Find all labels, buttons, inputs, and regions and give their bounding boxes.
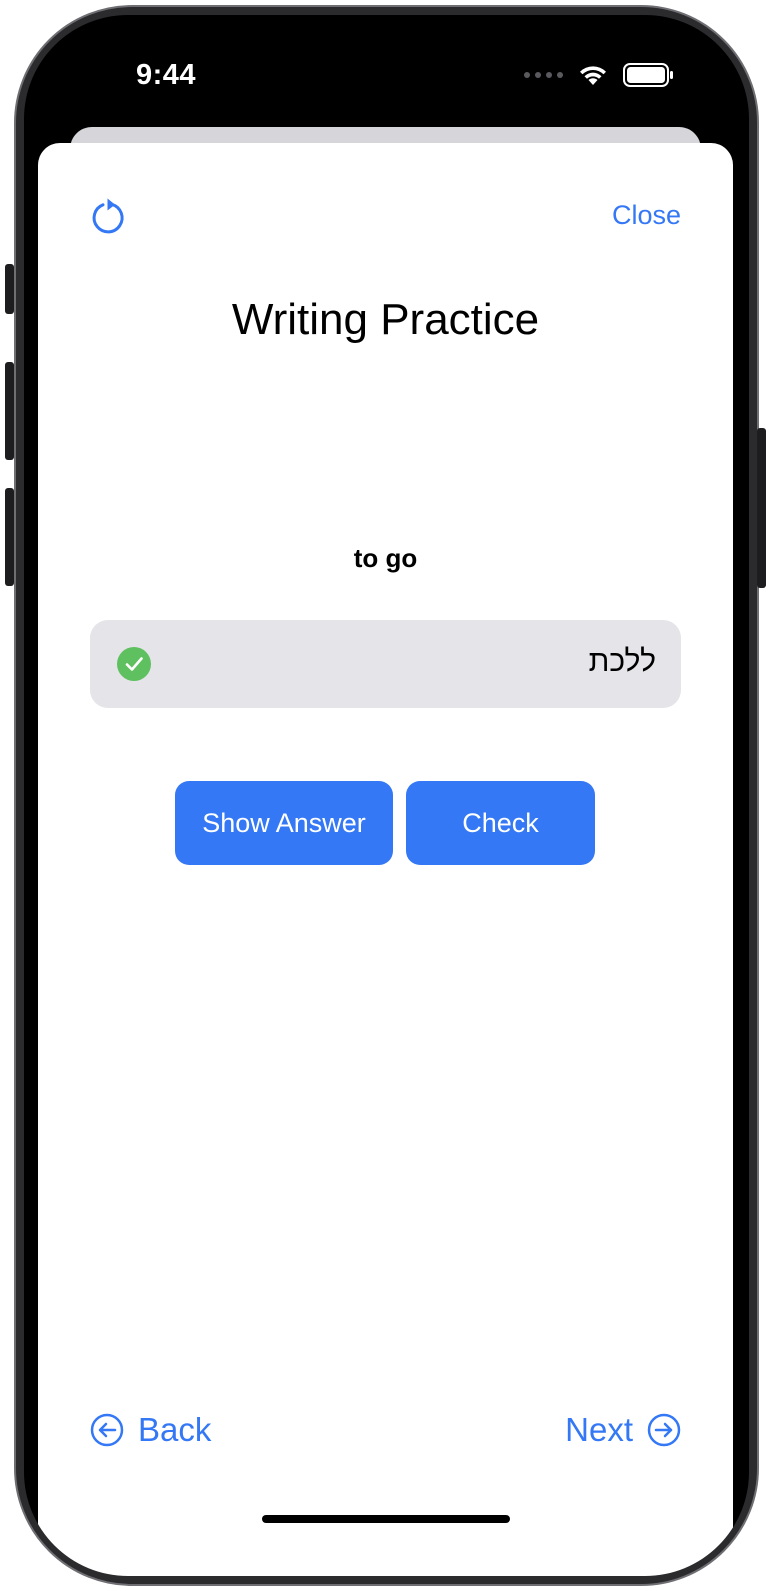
arrow-counterclockwise-icon[interactable]	[88, 196, 128, 236]
volume-down-button	[5, 488, 14, 586]
next-label: Next	[565, 1411, 633, 1448]
status-time: 9:44	[136, 59, 197, 91]
back-label: Back	[138, 1411, 212, 1448]
check-button[interactable]: Check	[406, 781, 595, 865]
arrow-left-circle-icon	[90, 1413, 124, 1447]
cellular-signal-icon	[524, 72, 563, 78]
back-button[interactable]: Back	[90, 1411, 211, 1449]
mute-switch	[5, 264, 14, 314]
answer-input-value[interactable]: ללכת	[589, 645, 656, 679]
writing-practice-sheet: Close Writing Practice to go ללכת Show A…	[38, 143, 733, 1576]
wifi-icon	[580, 66, 606, 85]
close-button[interactable]: Close	[612, 200, 681, 231]
home-indicator[interactable]	[262, 1515, 510, 1523]
battery-icon	[623, 63, 673, 87]
show-answer-button[interactable]: Show Answer	[175, 781, 393, 865]
screen: 9:44 Close Writing Practice to go ללכת S…	[24, 15, 749, 1576]
next-button[interactable]: Next	[565, 1411, 681, 1449]
power-button	[757, 428, 766, 588]
status-indicators	[524, 63, 675, 87]
page-title: Writing Practice	[231, 295, 540, 344]
volume-up-button	[5, 362, 14, 460]
prompt-word: to go	[353, 543, 418, 573]
checkmark-circle-icon	[117, 647, 151, 681]
arrow-right-circle-icon	[647, 1413, 681, 1447]
answer-field[interactable]: ללכת	[90, 620, 681, 708]
